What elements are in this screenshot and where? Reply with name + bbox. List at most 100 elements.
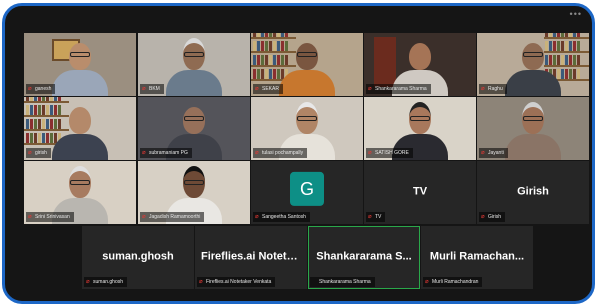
book [577,41,580,51]
book [38,133,41,143]
book [26,119,29,129]
book [42,119,45,129]
participant-tile[interactable]: ⌀ Shankararama Sharma [364,33,476,96]
participant-name: SATISH GORE [375,150,409,156]
book [34,119,37,129]
participant-name: girish [35,150,47,156]
book [265,69,268,79]
participant-tile[interactable]: Murli Ramachan... ⌀ Murli Ramachandran [421,226,533,289]
book [257,69,260,79]
meeting-window: ••• ⌀ ganesh ⌀ BKM ⌀ SEKAR ⌀ Shankararama Sharm… [2,3,595,304]
participant-tile[interactable]: suman.ghosh ⌀ suman.ghosh [82,226,194,289]
mic-muted-icon: ⌀ [28,150,32,156]
active-speaker-tile[interactable]: Shankararama S... ⌀Shankararama Sharma [308,226,420,289]
book [269,69,272,79]
participant-tile[interactable]: ⌀ tulasi pochampally [251,97,363,160]
book [26,133,29,143]
participant-name-tag: ⌀ Murli Ramachandran [423,277,483,287]
participant-name: Fireflies.ai Notetaker Venkata [206,279,272,285]
participant-tile[interactable]: ⌀ subramaniam PG [138,97,250,160]
glasses [523,116,543,121]
mic-muted-icon: ⌀ [142,214,146,220]
participant-tile[interactable]: Girish ⌀ Girish [477,161,589,224]
mic-muted-icon: ⌀ [481,86,485,92]
book [273,41,276,51]
book [573,41,576,51]
book [573,33,576,37]
book [46,119,49,129]
book [46,105,49,115]
book [38,105,41,115]
book [565,33,568,37]
participant-tile[interactable]: ⌀ Raghu [477,33,589,96]
book [30,97,33,101]
participant-name-tag: ⌀Shankararama Sharma [366,84,431,94]
mic-muted-icon: ⌀ [142,150,146,156]
glasses [184,52,204,57]
glasses [297,116,317,121]
book [34,133,37,143]
participant-tile[interactable]: ⌀ SEKAR [251,33,363,96]
participant-tile[interactable]: ⌀ SATISH GORE [364,97,476,160]
book [577,69,580,79]
participant-name-tag: ⌀ TV [366,212,386,222]
participant-display-name: TV [412,185,428,198]
participant-head [69,107,91,134]
book [573,55,576,65]
participant-tile[interactable]: ⌀ girish [24,97,136,160]
participant-name: suman.ghosh [93,279,124,285]
book [265,33,268,37]
participant-name: Murli Ramachandran [432,279,479,285]
book [257,33,260,37]
book [269,55,272,65]
mic-muted-icon: ⌀ [28,214,32,220]
participant-tile[interactable]: ⌀ Jagadish Ramamoorthi [138,161,250,224]
book [269,33,272,37]
book [261,41,264,51]
book [46,97,49,101]
participant-tile[interactable]: ⌀ Jayanti [477,97,589,160]
participant-head [409,43,431,70]
participant-tile[interactable]: G ⌀ Sangeetha Santosh [251,161,363,224]
participant-name-tag: ⌀ girish [26,148,51,158]
participant-name: TV [375,214,382,220]
book [30,105,33,115]
participant-tile[interactable]: Fireflies.ai Notetake... ⌀ Fireflies.ai No… [195,226,307,289]
glasses [70,180,90,185]
participant-name: SEKAR [262,86,279,92]
participant-torso [52,70,108,96]
mic-muted-icon: ⌀ [425,279,429,285]
participant-display-name: Girish [517,185,549,198]
book [261,33,264,37]
book [261,55,264,65]
glasses [410,116,430,121]
participant-tile[interactable]: ⌀ BKM [138,33,250,96]
book [253,41,256,51]
participant-tile[interactable]: TV ⌀ TV [364,161,476,224]
participant-name-tag: ⌀Shankararama Sharma [310,277,375,287]
book [273,55,276,65]
book [257,41,260,51]
book [565,41,568,51]
book [273,33,276,37]
book [257,55,260,65]
mic-muted-icon: ⌀ [368,86,372,92]
mic-muted-icon: ⌀ [255,150,259,156]
participant-tile[interactable]: ⌀ ganesh [24,33,136,96]
participant-tile[interactable]: ⌀ Srini Srinivasan [24,161,136,224]
mic-muted-icon: ⌀ [255,86,259,92]
participant-name: subramaniam PG [149,150,188,156]
participant-figure [50,34,110,96]
mic-muted-icon: ⌀ [481,150,485,156]
glasses [70,52,90,57]
mic-muted-icon: ⌀ [255,214,259,220]
participant-name: tulasi pochampally [262,150,304,156]
participant-name: Jayanti [488,150,504,156]
book [42,97,45,101]
participant-name: Srini Srinivasan [35,214,70,220]
book [565,69,568,79]
glasses [184,180,204,185]
participant-torso [505,134,561,160]
book [577,33,580,37]
participant-name-tag: ⌀ SEKAR [253,84,283,94]
